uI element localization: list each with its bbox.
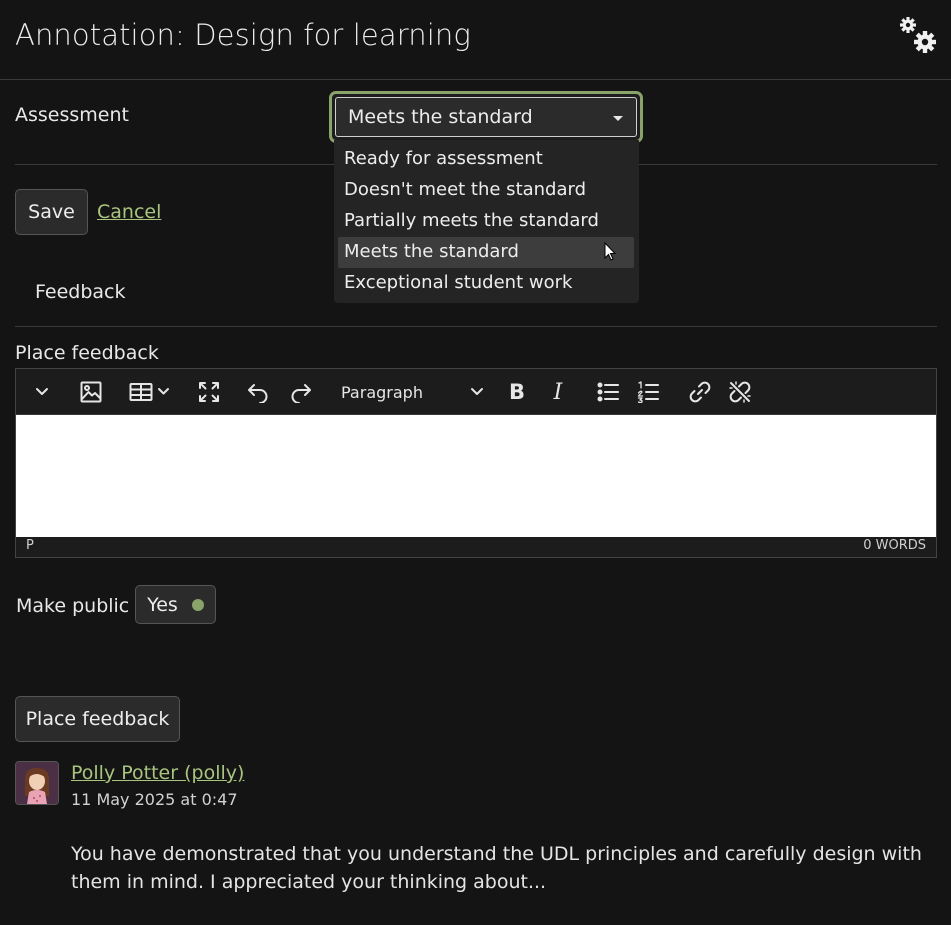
block-format-value: Paragraph (341, 382, 423, 402)
editor-statusbar: P 0 WORDS (16, 537, 936, 557)
assessment-label: Assessment (15, 104, 129, 126)
block-format-select[interactable]: Paragraph (338, 377, 486, 407)
feedback-text: You have demonstrated that you understan… (71, 843, 922, 893)
save-button[interactable]: Save (15, 189, 88, 235)
editor-content-area[interactable] (16, 415, 936, 537)
assessment-select[interactable]: Meets the standard (329, 91, 643, 143)
chevron-down-icon (471, 388, 483, 395)
unlink-icon[interactable] (727, 377, 753, 407)
assessment-selected-value: Meets the standard (348, 106, 533, 128)
redo-icon[interactable] (288, 377, 314, 407)
bold-icon[interactable]: B (506, 377, 528, 407)
tab-divider (15, 326, 937, 327)
cancel-link[interactable]: Cancel (97, 201, 161, 223)
editor-path[interactable]: P (26, 538, 34, 553)
mouse-cursor-icon (604, 241, 617, 266)
option-meets-standard[interactable]: Meets the standard (338, 237, 634, 268)
avatar[interactable] (15, 761, 59, 805)
numbered-list-icon[interactable] (636, 377, 660, 407)
caret-down-icon (613, 116, 623, 121)
option-exceptional-student-work[interactable]: Exceptional student work (338, 268, 634, 299)
header-divider (0, 79, 951, 80)
editor-toolbar: Paragraph B I (16, 369, 936, 415)
make-public-value: Yes (147, 593, 178, 616)
status-dot-icon (191, 598, 204, 611)
gears-icon[interactable] (899, 16, 939, 56)
place-feedback-label: Place feedback (15, 342, 159, 364)
make-public-toggle[interactable]: Yes (135, 585, 216, 624)
fullscreen-icon[interactable] (196, 377, 222, 407)
page-title: Annotation: Design for learning (15, 18, 471, 52)
assessment-dropdown: Ready for assessment Doesn't meet the st… (334, 140, 639, 303)
image-icon[interactable] (77, 377, 105, 407)
tab-feedback[interactable]: Feedback (35, 281, 125, 303)
link-icon[interactable] (687, 377, 713, 407)
toolbar-toggle-icon[interactable] (32, 377, 52, 407)
option-partially-meets-standard[interactable]: Partially meets the standard (338, 206, 634, 237)
italic-icon[interactable]: I (548, 377, 568, 407)
option-ready-for-assessment[interactable]: Ready for assessment (338, 144, 634, 175)
make-public-label: Make public (16, 595, 130, 617)
table-icon[interactable] (128, 377, 176, 407)
bullet-list-icon[interactable] (596, 377, 620, 407)
feedback-editor: Paragraph B I P 0 WORDS (15, 368, 937, 558)
word-count: 0 WORDS (863, 538, 926, 553)
place-feedback-button[interactable]: Place feedback (15, 696, 180, 742)
author-link[interactable]: Polly Potter (polly) (71, 762, 244, 784)
option-doesnt-meet-standard[interactable]: Doesn't meet the standard (338, 175, 634, 206)
undo-icon[interactable] (245, 377, 271, 407)
feedback-date: 11 May 2025 at 0:47 (71, 790, 238, 809)
